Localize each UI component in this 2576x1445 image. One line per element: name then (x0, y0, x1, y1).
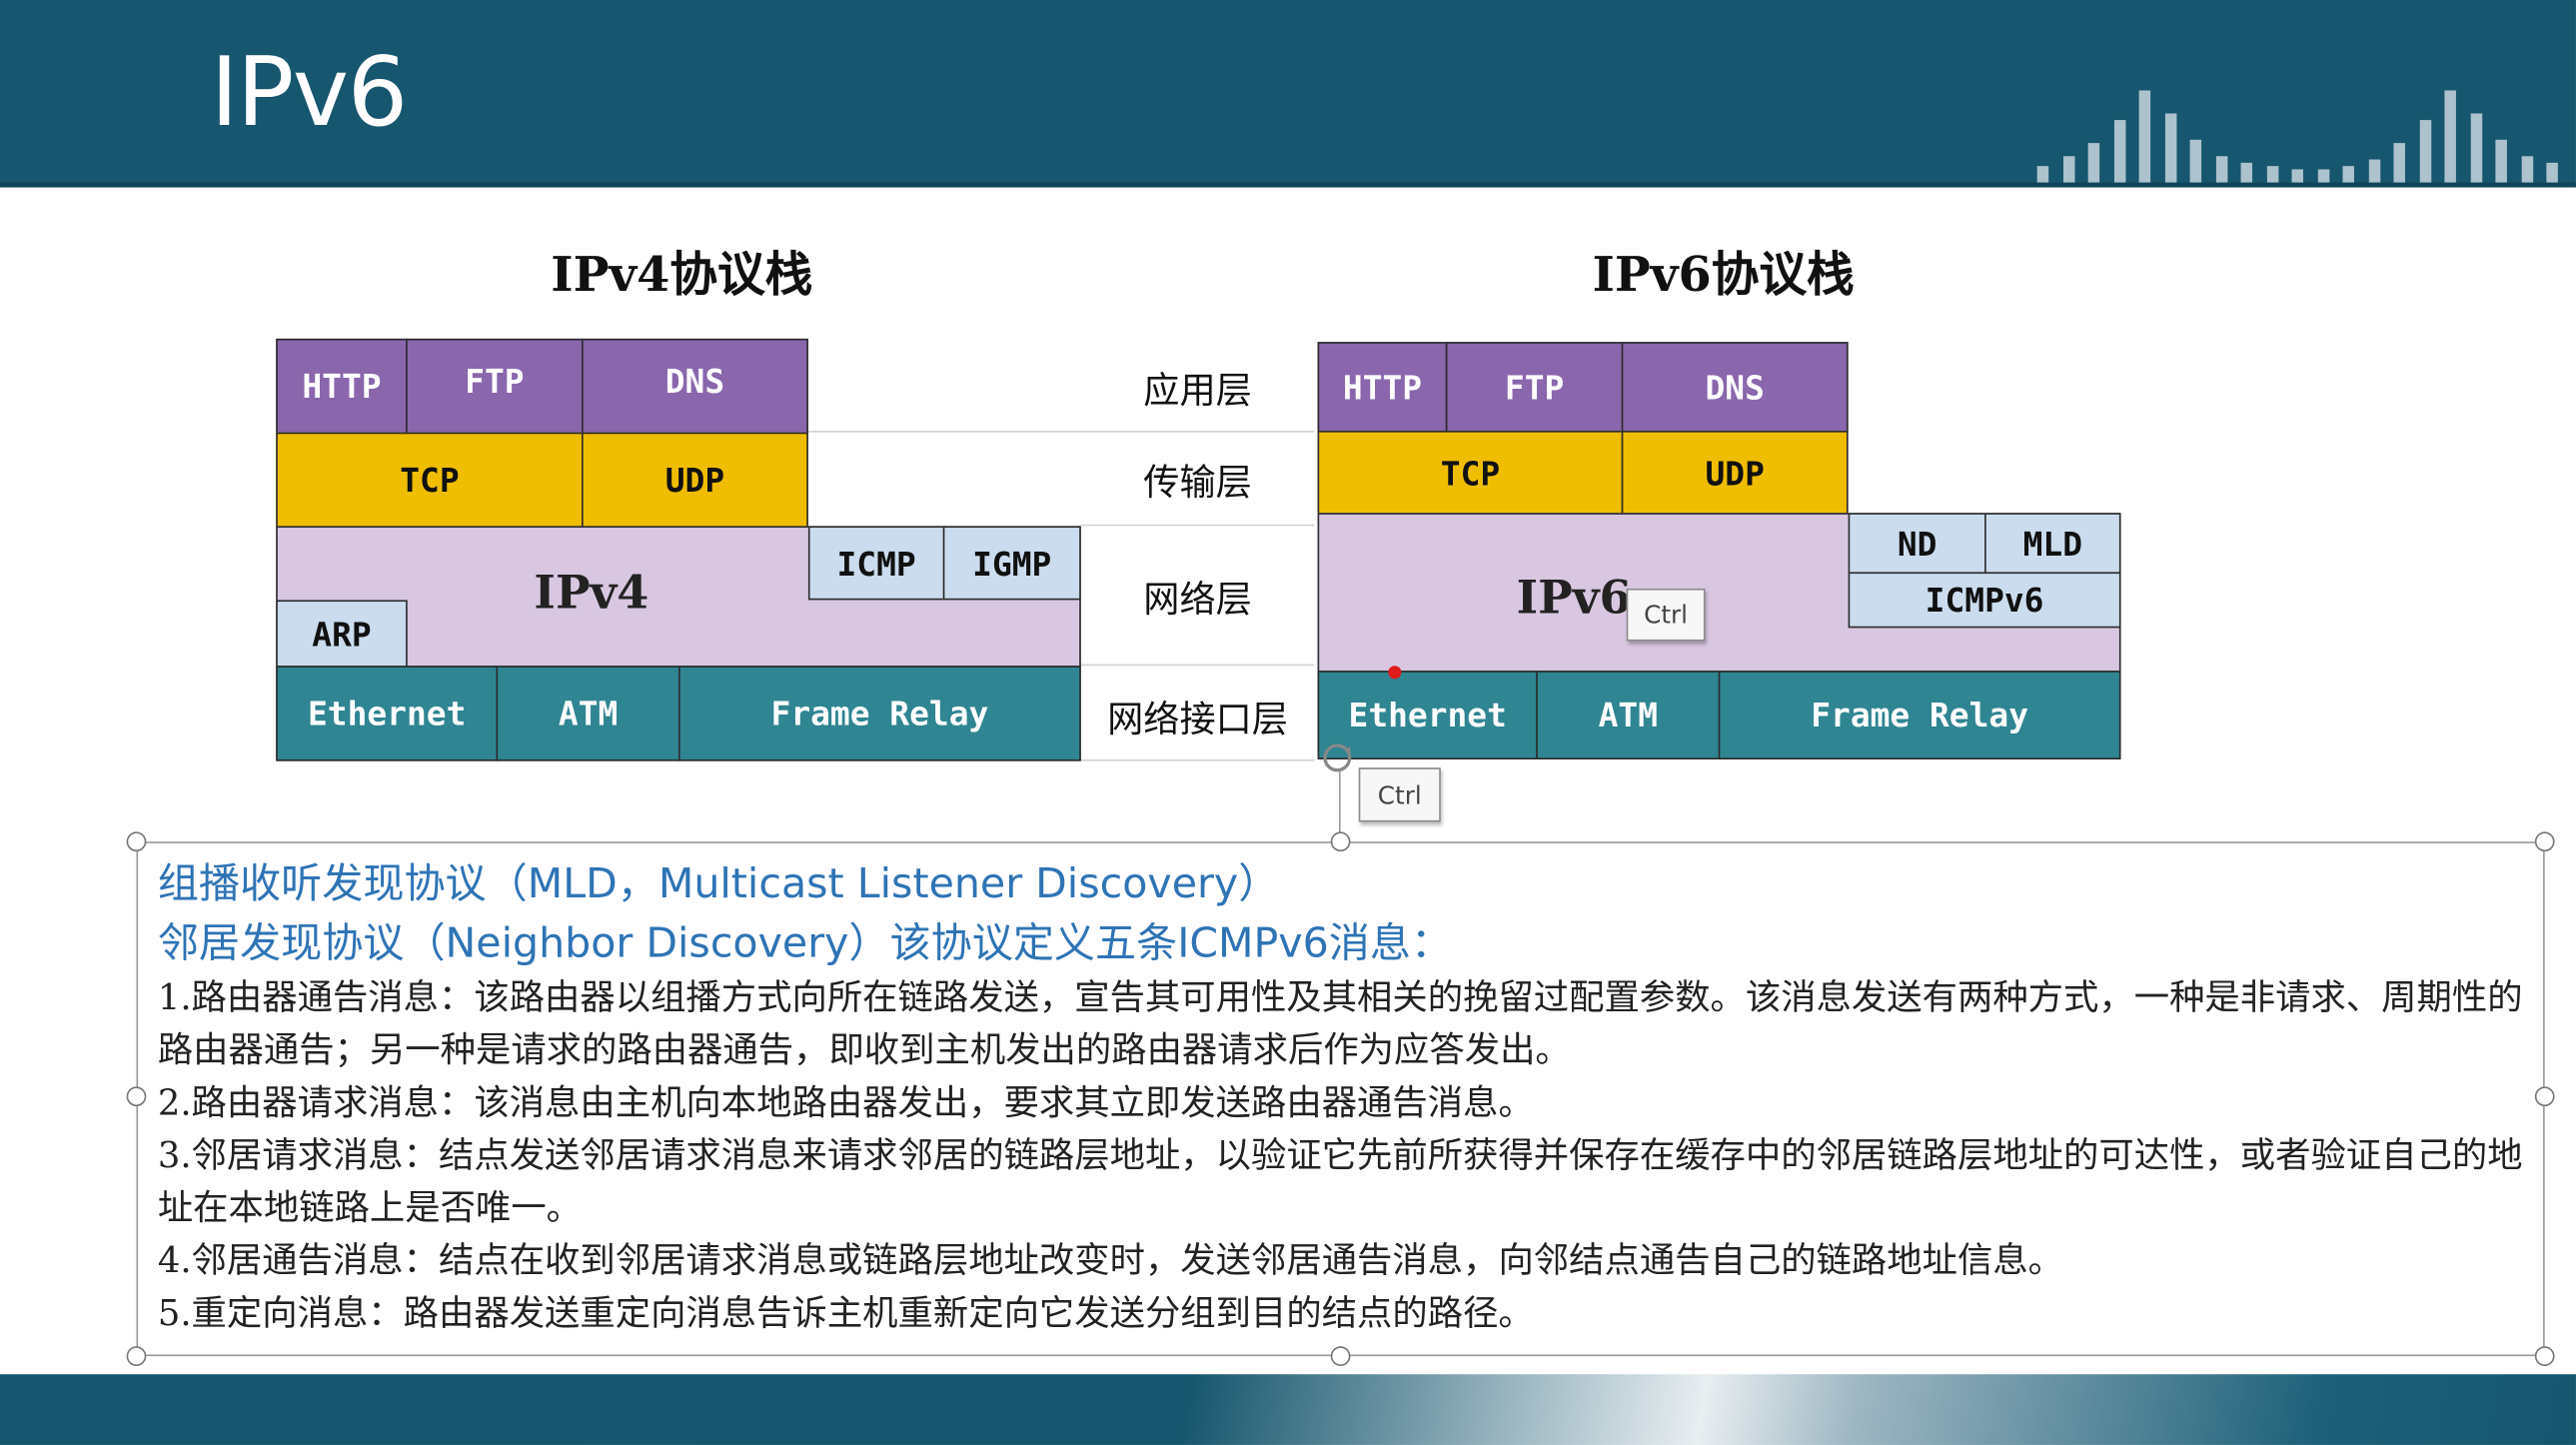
list-item: 1.路由器通告消息：该路由器以组播方式向所在链路发送，宣告其可用性及其相关的挽留… (157, 977, 2523, 1072)
layer-divider (1080, 664, 1315, 667)
ipv4-atm-box: ATM (496, 666, 680, 761)
mld-box: MLD (1984, 513, 2121, 575)
list-item: 5.重定向消息：路由器发送重定向消息告诉主机重新定向它发送分组到目的结点的路径。 (157, 1293, 1534, 1335)
equalizer-bar (2495, 139, 2507, 186)
resize-handle[interactable] (2534, 831, 2555, 852)
ipv6-http-box: HTTP (1317, 342, 1448, 433)
nd-box: ND (1848, 513, 1986, 575)
ipv4-http-box: HTTP (276, 338, 408, 435)
list-item: 4.邻居通告消息：结点在收到邻居请求消息或链路层地址改变时，发送邻居通告消息，向… (157, 1240, 2064, 1283)
ipv6-tcp-box: TCP (1317, 430, 1624, 515)
layer-label-transport: 传输层 (1143, 463, 1252, 506)
ipv4-tcp-box: TCP (276, 432, 584, 529)
equalizer-bar (2469, 113, 2482, 186)
igmp-box: IGMP (942, 526, 1081, 601)
ipv4-stack-title[interactable]: IPv4协议栈 (493, 242, 870, 308)
layer-label-network: 网络层 (1143, 580, 1252, 622)
equalizer-bar (2520, 156, 2533, 186)
resize-handle[interactable] (2534, 1086, 2555, 1107)
layer-divider (1080, 524, 1315, 527)
list-item: 2.路由器请求消息：该消息由主机向本地路由器发出，要求其立即发送路由器通告消息。 (157, 1083, 1534, 1125)
equalizer-bar (2215, 156, 2227, 186)
resize-handle[interactable] (1330, 1346, 1351, 1366)
icmpv6-box: ICMPv6 (1848, 572, 2121, 629)
ipv6-ftp-box: FTP (1445, 342, 1624, 433)
icmp-box: ICMP (807, 526, 945, 601)
slide-title[interactable]: IPv6 (210, 30, 408, 155)
nd-heading: 邻居发现协议（Neighbor Discovery）该协议定义五条ICMPv6消… (157, 918, 1453, 967)
header-divider (0, 182, 2576, 188)
ipv4-frame-relay-box: Frame Relay (678, 666, 1081, 761)
decorative-bars (2024, 0, 2576, 186)
resize-handle[interactable] (126, 831, 147, 852)
layer-label-application: 应用层 (1143, 371, 1252, 413)
ipv6-udp-box: UDP (1621, 430, 1849, 515)
ctrl-paste-tooltip[interactable]: Ctrl (1626, 588, 1706, 642)
layer-label-link: 网络接口层 (1107, 700, 1288, 741)
resize-handle[interactable] (126, 1346, 147, 1366)
equalizer-bar (2189, 139, 2202, 186)
slide-footer (0, 1374, 2576, 1445)
ipv4-label: IPv4 (534, 565, 649, 620)
resize-handle[interactable] (2534, 1346, 2555, 1366)
ipv6-dns-box: DNS (1621, 342, 1849, 433)
ipv4-ftp-box: FTP (406, 338, 584, 435)
equalizer-bar (2113, 120, 2125, 186)
list-item: 3.邻居请求消息：结点发送邻居请求消息来请求邻居的链路层地址，以验证它先前所获得… (157, 1135, 2523, 1230)
equalizer-bar (2164, 113, 2176, 186)
arp-box: ARP (276, 600, 408, 668)
ipv6-atm-box: ATM (1536, 671, 1721, 759)
ipv4-ethernet-box: Ethernet (276, 666, 499, 761)
ipv4-udp-box: UDP (582, 432, 808, 529)
mld-heading: 组播收听发现协议（MLD，Multicast Listener Discover… (157, 859, 1280, 908)
equalizer-bar (2393, 143, 2405, 186)
equalizer-bar (2138, 90, 2151, 186)
ipv6-stack-title[interactable]: IPv6协议栈 (1535, 242, 1913, 308)
layer-divider (807, 430, 1315, 433)
layer-divider (1080, 758, 1315, 761)
ipv4-dns-box: DNS (582, 338, 808, 435)
equalizer-bar (2087, 143, 2100, 186)
ipv6-frame-relay-box: Frame Relay (1718, 671, 2121, 759)
equalizer-bar (2062, 156, 2074, 186)
rotate-handle-icon[interactable] (1321, 741, 1354, 774)
resize-handle[interactable] (1330, 831, 1351, 852)
text-box-content[interactable]: 组播收听发现协议（MLD，Multicast Listener Discover… (158, 854, 2524, 1341)
equalizer-bar (2418, 120, 2431, 186)
equalizer-bar (2444, 90, 2456, 186)
red-dot-marker (1388, 666, 1402, 680)
ctrl-paste-tooltip[interactable]: Ctrl (1358, 767, 1441, 822)
resize-handle[interactable] (126, 1086, 147, 1107)
